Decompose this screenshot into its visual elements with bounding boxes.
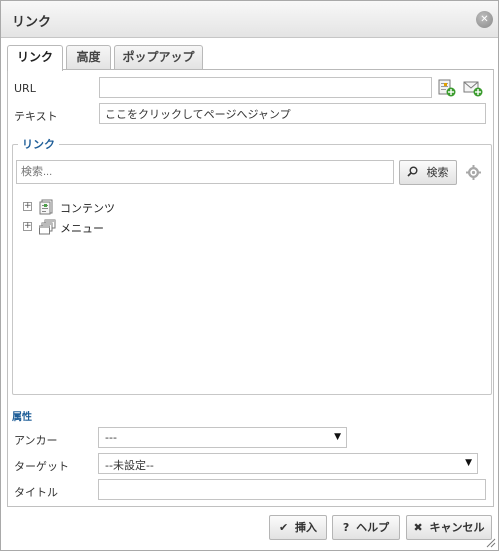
tree-item-contents[interactable]: + コンテンツ — [23, 199, 143, 215]
target-select[interactable]: --未設定-- ▼ — [98, 453, 478, 474]
chevron-down-icon: ▼ — [334, 432, 341, 442]
expand-icon[interactable]: + — [23, 222, 32, 231]
search-button[interactable]: 検索 — [399, 160, 457, 185]
close-icon[interactable]: ✕ — [476, 11, 493, 28]
title-label: タイトル — [14, 486, 58, 499]
title-input[interactable] — [98, 479, 486, 500]
url-label: URL — [14, 82, 36, 95]
resize-grip-icon[interactable] — [484, 536, 496, 548]
gear-icon[interactable] — [466, 165, 481, 180]
link-fieldset-legend: リンク — [18, 136, 59, 152]
add-email-link-icon[interactable] — [463, 79, 483, 97]
link-text-input[interactable] — [99, 103, 486, 124]
expand-icon[interactable]: + — [23, 202, 32, 211]
tab-popup[interactable]: ポップアップ — [114, 45, 203, 70]
help-button[interactable]: ? ヘルプ — [332, 515, 400, 540]
dialog-titlebar[interactable]: リンク ✕ — [1, 1, 498, 38]
attributes-title: 属性 — [12, 412, 32, 423]
document-icon — [39, 199, 55, 218]
insert-button[interactable]: ✔ 挿入 — [269, 515, 327, 540]
window-stack-icon — [39, 219, 56, 238]
text-label: テキスト — [14, 110, 58, 123]
url-input[interactable] — [99, 77, 432, 98]
dialog-title: リンク — [12, 15, 52, 30]
tab-advanced[interactable]: 高度 — [66, 45, 111, 70]
search-input[interactable] — [16, 160, 394, 184]
check-icon: ✔ — [278, 521, 289, 534]
anchor-select[interactable]: --- ▼ — [98, 427, 347, 448]
help-button-label: ヘルプ — [356, 521, 390, 534]
cancel-button[interactable]: ✖ キャンセル — [406, 515, 492, 540]
tree-item-label: コンテンツ — [60, 202, 115, 215]
search-icon — [407, 161, 419, 184]
add-page-link-icon[interactable] — [438, 79, 458, 97]
x-icon: ✖ — [413, 521, 423, 534]
cancel-button-label: キャンセル — [429, 521, 485, 534]
tree-item-label: メニュー — [60, 222, 104, 235]
link-dialog: リンク ✕ リンク 高度 ポップアップ URL テキスト ここをクリックしてペー… — [0, 0, 499, 551]
chevron-down-icon: ▼ — [465, 458, 472, 468]
target-label: ターゲット — [14, 460, 69, 473]
anchor-label: アンカー — [14, 434, 58, 447]
insert-button-label: 挿入 — [295, 521, 318, 534]
anchor-value: --- — [105, 431, 117, 444]
target-value: --未設定-- — [105, 459, 154, 472]
tree-item-menu[interactable]: + メニュー — [23, 219, 143, 235]
tab-link[interactable]: リンク — [7, 45, 63, 71]
question-icon: ? — [342, 521, 350, 534]
search-button-label: 検索 — [426, 166, 449, 179]
